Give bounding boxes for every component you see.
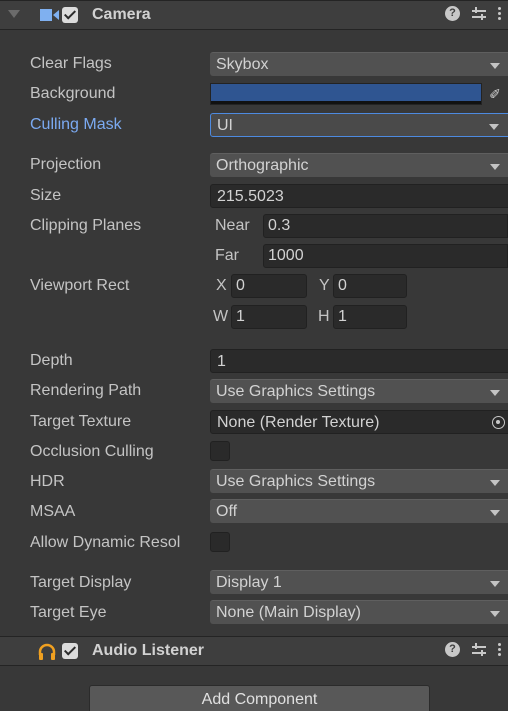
chevron-down-icon	[490, 164, 500, 170]
chevron-down-icon	[490, 581, 500, 587]
size-input[interactable]: 215.5023	[210, 184, 508, 208]
target-display-value: Display 1	[216, 574, 282, 591]
camera-icon	[40, 9, 59, 21]
camera-component-header[interactable]: Camera ?	[0, 0, 508, 30]
viewport-x-input[interactable]: 0	[231, 274, 307, 298]
allow-dynamic-resolution-checkbox[interactable]	[210, 532, 230, 552]
culling-mask-label: Culling Mask	[30, 116, 122, 133]
viewport-y-label: Y	[319, 277, 330, 294]
chevron-down-icon	[490, 63, 500, 69]
msaa-value: Off	[216, 503, 238, 520]
add-component-button[interactable]: Add Component	[89, 685, 430, 711]
viewport-h-input[interactable]: 1	[333, 305, 407, 329]
headphones-icon	[38, 643, 56, 660]
clipping-planes-label: Clipping Planes	[30, 217, 142, 234]
occlusion-culling-checkbox[interactable]	[210, 441, 230, 461]
preset-icon[interactable]	[472, 6, 486, 21]
target-texture-value: None (Render Texture)	[217, 414, 380, 431]
rendering-path-value: Use Graphics Settings	[216, 383, 376, 400]
viewport-w-label: W	[213, 308, 229, 325]
rendering-path-dropdown[interactable]: Use Graphics Settings	[210, 379, 508, 403]
near-input[interactable]: 0.3	[263, 214, 508, 238]
msaa-dropdown[interactable]: Off	[210, 499, 508, 523]
target-texture-label: Target Texture	[30, 413, 132, 430]
foldout-arrow-icon[interactable]	[8, 10, 20, 18]
viewport-y-input[interactable]: 0	[333, 274, 407, 298]
occlusion-culling-label: Occlusion Culling	[30, 443, 154, 460]
preset-icon[interactable]	[472, 642, 486, 657]
depth-input[interactable]: 1	[210, 349, 508, 373]
background-color-field[interactable]	[210, 83, 482, 105]
culling-mask-dropdown[interactable]: UI	[210, 113, 508, 137]
hdr-label: HDR	[30, 473, 65, 490]
target-eye-value: None (Main Display)	[216, 604, 361, 621]
chevron-down-icon	[489, 124, 499, 130]
clear-flags-value: Skybox	[216, 56, 269, 73]
rendering-path-label: Rendering Path	[30, 382, 142, 399]
help-icon[interactable]: ?	[445, 642, 460, 657]
projection-label: Projection	[30, 156, 102, 173]
audio-listener-enabled-checkbox[interactable]	[62, 643, 78, 659]
allow-dynamic-resolution-label: Allow Dynamic Resol	[30, 534, 181, 551]
context-menu-icon[interactable]	[498, 642, 502, 657]
camera-enabled-checkbox[interactable]	[62, 7, 78, 23]
target-display-label: Target Display	[30, 574, 132, 591]
far-input[interactable]: 1000	[263, 244, 508, 268]
context-menu-icon[interactable]	[498, 6, 502, 21]
target-display-dropdown[interactable]: Display 1	[210, 570, 508, 594]
chevron-down-icon	[490, 480, 500, 486]
projection-dropdown[interactable]: Orthographic	[210, 153, 508, 177]
audio-listener-title: Audio Listener	[92, 642, 205, 659]
near-label: Near	[215, 217, 250, 234]
depth-label: Depth	[30, 352, 73, 369]
culling-mask-value: UI	[217, 117, 233, 134]
msaa-label: MSAA	[30, 503, 76, 520]
size-label: Size	[30, 187, 62, 204]
chevron-down-icon	[490, 510, 500, 516]
camera-title: Camera	[92, 6, 151, 23]
viewport-h-label: H	[318, 308, 330, 325]
target-eye-dropdown[interactable]: None (Main Display)	[210, 600, 508, 624]
clear-flags-dropdown[interactable]: Skybox	[210, 52, 508, 76]
hdr-dropdown[interactable]: Use Graphics Settings	[210, 469, 508, 493]
chevron-down-icon	[490, 611, 500, 617]
projection-value: Orthographic	[216, 157, 309, 174]
target-texture-field[interactable]: None (Render Texture)	[210, 410, 508, 434]
hdr-value: Use Graphics Settings	[216, 473, 376, 490]
viewport-rect-label: Viewport Rect	[30, 277, 130, 294]
target-eye-label: Target Eye	[30, 604, 107, 621]
eyedropper-icon[interactable]: ✐	[485, 83, 505, 105]
clear-flags-label: Clear Flags	[30, 55, 112, 72]
chevron-down-icon	[490, 390, 500, 396]
background-label: Background	[30, 85, 116, 102]
viewport-x-label: X	[216, 277, 227, 294]
far-label: Far	[215, 247, 239, 264]
object-picker-icon[interactable]	[492, 416, 505, 429]
help-icon[interactable]: ?	[445, 6, 460, 21]
audio-listener-header[interactable]: Audio Listener ?	[0, 636, 508, 666]
viewport-w-input[interactable]: 1	[231, 305, 307, 329]
